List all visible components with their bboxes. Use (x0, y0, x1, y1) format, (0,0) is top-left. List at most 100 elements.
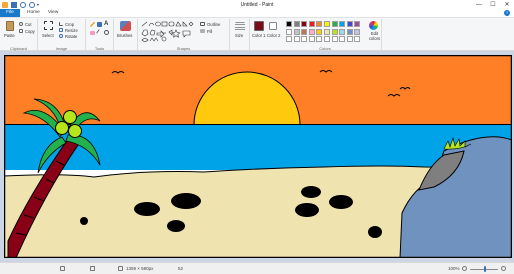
edit-colors-group[interactable]: Edit colors (366, 19, 382, 51)
zoom-level: 100% (448, 266, 460, 271)
minimize-button[interactable]: — (472, 0, 486, 9)
palette-swatch[interactable] (316, 28, 323, 35)
palette-swatch[interactable] (339, 36, 346, 42)
palette-swatch[interactable] (346, 28, 353, 35)
rotate-button[interactable]: Rotate (65, 34, 77, 39)
palette-swatch[interactable] (339, 21, 346, 27)
palette-swatch[interactable] (308, 36, 315, 42)
selection-icon (90, 266, 95, 271)
pencil-icon[interactable] (90, 22, 95, 27)
brush-icon[interactable] (120, 21, 131, 31)
palette-swatch[interactable] (293, 36, 300, 42)
palette-swatch[interactable] (339, 28, 346, 35)
palette-swatch[interactable] (324, 21, 330, 27)
palette-swatch[interactable] (286, 36, 292, 42)
color1-label[interactable]: Color 1 (252, 33, 266, 38)
brushes-group[interactable]: Brushes (114, 19, 138, 51)
tab-file[interactable]: File (0, 9, 20, 17)
clipboard-group: Paste Cut Copy Clipboard (0, 19, 38, 51)
help-icon[interactable]: ? (504, 10, 510, 16)
stone-5 (295, 203, 319, 217)
palette-swatch[interactable] (301, 28, 308, 35)
cut-button[interactable]: Cut (25, 22, 32, 27)
edit-colors-button[interactable]: Edit colors (367, 31, 382, 41)
palette-swatch[interactable] (293, 21, 300, 27)
zoom-slider-thumb[interactable] (484, 266, 486, 272)
paint-app-icon (2, 1, 8, 8)
palette-swatch[interactable] (316, 36, 323, 42)
maximize-button[interactable]: ☐ (486, 0, 500, 9)
close-button[interactable]: ✕ (500, 0, 514, 9)
fill-dropdown[interactable]: Fill (207, 29, 212, 34)
palette-swatch[interactable] (308, 21, 315, 27)
shapes-gallery[interactable] (141, 21, 197, 43)
zoom-out-icon[interactable] (462, 266, 467, 271)
select-button[interactable]: Select (42, 33, 54, 38)
copy-button[interactable]: Copy (25, 29, 35, 34)
fill-icon[interactable] (97, 22, 102, 27)
undo-icon[interactable] (20, 1, 26, 8)
stone-2 (134, 202, 160, 216)
edit-colors-icon[interactable] (369, 21, 378, 30)
color2-label[interactable]: Color 2 (267, 33, 281, 38)
palette-swatch[interactable] (286, 28, 292, 35)
zoom-in-icon[interactable] (501, 266, 506, 271)
ribbon: Paste Cut Copy Clipboard Select Crop Res… (0, 17, 514, 51)
select-icon[interactable] (44, 21, 53, 30)
stone-8 (80, 217, 88, 225)
palette-swatch[interactable] (354, 36, 361, 42)
outline-dropdown[interactable]: Outline (207, 22, 220, 27)
color1-swatch[interactable] (254, 21, 264, 31)
redo-icon[interactable] (29, 1, 35, 8)
text-icon[interactable]: A (104, 21, 110, 27)
outline-icon[interactable] (200, 22, 205, 26)
palette-swatch[interactable] (293, 28, 300, 35)
drawing-canvas[interactable] (4, 55, 512, 258)
stone-4 (329, 195, 353, 209)
palette-swatch[interactable] (354, 21, 361, 27)
color-picker-icon[interactable] (96, 29, 103, 36)
cut-icon[interactable] (19, 22, 23, 26)
paste-button[interactable]: Paste (4, 33, 15, 38)
crop-button[interactable]: Crop (65, 22, 74, 27)
palette-swatch[interactable] (316, 21, 323, 27)
palette-swatch[interactable] (331, 21, 338, 27)
tab-view[interactable]: View (44, 9, 62, 17)
palette-swatch[interactable] (354, 28, 361, 35)
crop-icon[interactable] (59, 22, 63, 26)
brushes-button[interactable]: Brushes (117, 33, 132, 38)
palette-swatch[interactable] (301, 36, 308, 42)
palette-swatch[interactable] (346, 21, 353, 27)
title-bar: ▾ Untitled - Paint — ☐ ✕ (0, 0, 514, 9)
window-title: Untitled - Paint (240, 2, 274, 8)
palette-swatch[interactable] (331, 28, 338, 35)
palette-swatch[interactable] (286, 21, 292, 27)
copy-icon[interactable] (19, 29, 23, 33)
eraser-icon[interactable] (90, 31, 95, 35)
resize-button[interactable]: Resize (65, 28, 78, 33)
palette-swatch[interactable] (324, 36, 330, 42)
magnifier-icon[interactable] (104, 30, 109, 35)
palette-swatch[interactable] (331, 36, 338, 42)
coconut-2 (55, 121, 69, 135)
stone-1 (171, 193, 201, 209)
stone-6 (167, 220, 185, 232)
resize-icon[interactable] (59, 28, 63, 32)
paste-icon[interactable] (6, 21, 14, 31)
palette-swatch[interactable] (301, 21, 308, 27)
tab-home[interactable]: Home (23, 9, 44, 17)
size-group[interactable]: Size (230, 19, 250, 51)
size-icon[interactable] (235, 22, 245, 31)
fill-shape-icon[interactable] (200, 29, 205, 33)
color2-swatch[interactable] (269, 22, 277, 30)
rotate-icon[interactable] (59, 34, 63, 38)
customize-qa-icon[interactable]: ▾ (37, 2, 43, 8)
stone-3 (301, 186, 321, 198)
palette-swatch[interactable] (346, 36, 353, 42)
size-button[interactable]: Size (235, 33, 243, 38)
save-icon[interactable] (11, 1, 17, 8)
stone-7 (368, 226, 382, 238)
status-bar: 1359 × 590px 52 100% (0, 262, 514, 274)
palette-swatch[interactable] (308, 28, 315, 35)
palette-swatch[interactable] (324, 28, 330, 35)
